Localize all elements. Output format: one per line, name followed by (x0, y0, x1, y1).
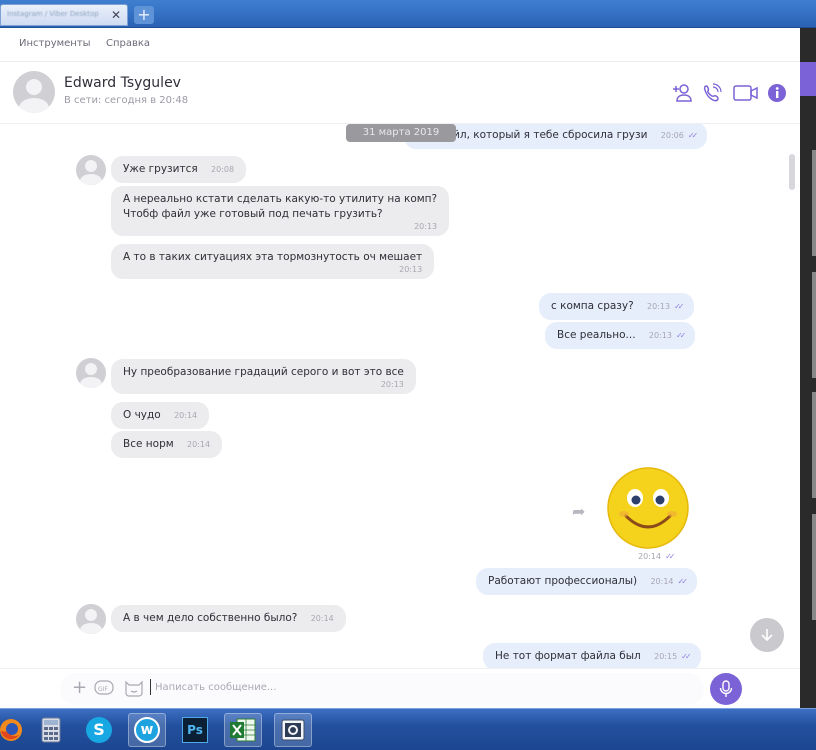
close-tab-icon[interactable]: ✕ (111, 8, 121, 22)
menu-tools[interactable]: Инструменты (19, 38, 91, 49)
contact-status: В сети: сегодня в 20:48 (64, 95, 189, 106)
message-time: 20:14 (650, 577, 674, 586)
read-checkmarks-icon: ✓✓ (677, 577, 689, 586)
ps-glyph: Ps (182, 717, 208, 743)
phone-icon[interactable] (700, 81, 724, 105)
calculator-icon[interactable] (32, 713, 70, 747)
avatar[interactable] (76, 155, 106, 185)
message-text: Все реально... (557, 329, 636, 341)
right-panel-accent (800, 62, 816, 96)
read-checkmarks-icon: ✓✓ (687, 131, 699, 140)
message-text: Ну преобразование градаций серого и вот … (123, 366, 404, 378)
right-panel-thumb (812, 272, 816, 378)
message-text: Все норм (123, 438, 174, 450)
arrow-down-icon (761, 629, 773, 642)
message-time: 20:14 (174, 411, 198, 420)
read-checkmarks-icon: ✓✓ (674, 302, 685, 311)
date-separator: 31 марта 2019 (346, 124, 456, 142)
right-panel-thumb (812, 514, 816, 620)
message-time: 20:08 (211, 165, 235, 174)
message-text: Чтобф файл уже готовый под печать грузит… (123, 208, 383, 220)
smiley-sticker[interactable] (606, 466, 690, 550)
photoshop-icon[interactable]: Ps (176, 713, 214, 747)
message-outgoing[interactable]: с компа сразу? 20:13 ✓✓ (539, 293, 694, 320)
new-tab-button[interactable]: + (134, 6, 154, 24)
taskbar: S w Ps (0, 708, 816, 750)
message-time: 20:14 (638, 552, 662, 561)
chat-scrollbar[interactable] (789, 154, 795, 190)
contact-name[interactable]: Edward Tsygulev (64, 75, 181, 91)
avatar[interactable] (76, 604, 106, 634)
message-text: Не тот формат файла был (495, 650, 641, 662)
chat-header: Edward Tsygulev В сети: сегодня в 20:48 (0, 62, 800, 124)
video-icon[interactable] (732, 81, 760, 105)
forward-icon[interactable]: ➦ (572, 502, 585, 521)
avatar[interactable] (76, 358, 106, 388)
message-text: Работают профессионалы) (488, 575, 638, 587)
message-text: А в чем дело собственно было? (123, 612, 298, 624)
message-text: А нереально кстати сделать какую-то утил… (123, 193, 438, 205)
message-time: 20:15 (654, 652, 678, 661)
message-outgoing[interactable]: Все реально... 20:13 ✓✓ (545, 322, 696, 349)
message-incoming[interactable]: А то в таких ситуациях эта тормознутость… (111, 244, 435, 279)
skype-icon[interactable]: S (80, 713, 118, 747)
avatar[interactable] (13, 71, 55, 113)
message-incoming[interactable]: Ну преобразование градаций серого и вот … (111, 359, 416, 394)
voice-message-button[interactable] (710, 673, 742, 705)
menu-help[interactable]: Справка (106, 38, 150, 49)
message-time: 20:14 (187, 440, 211, 449)
read-checkmarks-icon: ✓✓ (665, 552, 676, 561)
message-time: 20:13 (414, 222, 438, 231)
excel-icon[interactable] (224, 713, 262, 747)
tab-title: Instagram / Viber Desktop (7, 10, 99, 18)
message-outgoing[interactable]: Работают профессионалы) 20:14 ✓✓ (476, 568, 697, 595)
plus-icon[interactable]: + (72, 677, 87, 698)
chat-area[interactable]: это файл, который я тебе сбросила грузи … (0, 124, 800, 668)
message-text: с компа сразу? (551, 300, 634, 312)
menu-bar: Инструменты Справка (0, 28, 800, 62)
message-time: 20:13 (648, 331, 672, 340)
message-time: 20:13 (647, 302, 671, 311)
info-icon[interactable] (765, 81, 789, 105)
message-incoming[interactable]: А нереально кстати сделать какую-то утил… (111, 186, 450, 236)
message-outgoing[interactable]: Не тот формат файла был 20:15 ✓✓ (483, 643, 701, 668)
right-panel-thumb (812, 392, 816, 498)
browser-tab[interactable]: Instagram / Viber Desktop ✕ (0, 4, 128, 26)
window-tab-strip: Instagram / Viber Desktop ✕ + (0, 0, 816, 28)
composer-bar: + GIF (0, 668, 800, 708)
w-glyph: w (134, 717, 160, 743)
sticker-time: 20:14 ✓✓ (638, 552, 676, 561)
microphone-icon (719, 680, 733, 697)
message-incoming[interactable]: О чудо 20:14 (111, 402, 210, 429)
message-text: Уже грузится (123, 163, 198, 175)
message-time: 20:13 (380, 380, 404, 389)
read-checkmarks-icon: ✓✓ (675, 331, 687, 340)
gif-icon[interactable]: GIF (94, 679, 116, 700)
read-checkmarks-icon: ✓✓ (681, 652, 692, 661)
skype-glyph: S (86, 717, 112, 743)
right-panel-thumb (812, 150, 816, 256)
message-input[interactable] (150, 679, 550, 695)
message-time: 20:13 (399, 265, 423, 274)
scroll-down-button[interactable] (750, 618, 784, 652)
message-incoming[interactable]: Уже грузится 20:08 (111, 156, 247, 183)
message-time: 20:06 (660, 131, 684, 140)
message-incoming[interactable]: Все норм 20:14 (111, 431, 223, 458)
firefox-icon[interactable] (0, 713, 30, 747)
sticker-icon[interactable] (124, 679, 144, 700)
message-time: 20:14 (310, 614, 334, 623)
add-participant-icon[interactable] (670, 81, 694, 105)
camera-app-icon[interactable] (274, 713, 312, 747)
svg-text:GIF: GIF (98, 686, 108, 693)
message-incoming[interactable]: А в чем дело собственно было? 20:14 (111, 605, 346, 632)
w-app-icon[interactable]: w (128, 713, 166, 747)
message-text: А то в таких ситуациях эта тормознутость… (123, 251, 423, 263)
message-text: О чудо (123, 409, 161, 421)
